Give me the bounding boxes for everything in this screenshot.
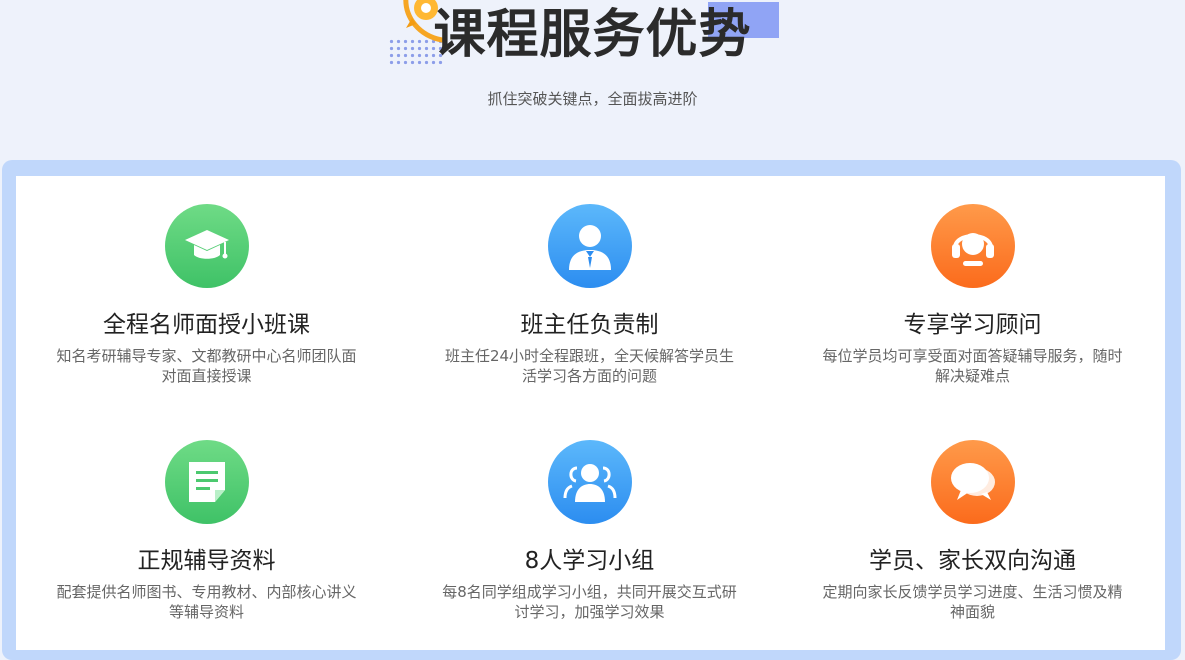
feature-title: 8人学习小组 bbox=[524, 548, 655, 574]
headset-icon bbox=[930, 204, 1015, 288]
document-icon bbox=[164, 440, 249, 524]
section-header: 课程服务优势 抓住突破关键点，全面拔高进阶 bbox=[0, 0, 1185, 160]
feature-title: 全程名师面授小班课 bbox=[103, 312, 310, 338]
chat-bubbles-icon bbox=[930, 440, 1015, 524]
feature-description: 每8名同学组成学习小组，共同开展交互式研讨学习，加强学习效果 bbox=[442, 583, 737, 621]
group-people-icon bbox=[547, 440, 632, 524]
feature-card-materials: 正规辅导资料 配套提供名师图书、专用教材、内部核心讲义等辅导资料 bbox=[15, 440, 398, 622]
feature-description: 配套提供名师图书、专用教材、内部核心讲义等辅导资料 bbox=[56, 583, 357, 621]
feature-title: 班主任负责制 bbox=[520, 312, 659, 338]
feature-description: 每位学员均可享受面对面答疑辅导服务，随时解决疑难点 bbox=[822, 347, 1123, 385]
feature-description: 知名考研辅导专家、文都教研中心名师团队面对面直接授课 bbox=[56, 347, 357, 385]
feature-description: 定期向家长反馈学员学习进度、生活习惯及精神面貌 bbox=[822, 583, 1123, 621]
feature-card-head-teacher: 班主任负责制 班主任24小时全程跟班，全天候解答学员生活学习各方面的问题 bbox=[398, 204, 781, 386]
graduation-cap-icon bbox=[164, 204, 249, 288]
feature-card-advisor: 专享学习顾问 每位学员均可享受面对面答疑辅导服务，随时解决疑难点 bbox=[781, 204, 1164, 386]
page-title: 课程服务优势 bbox=[433, 5, 752, 65]
feature-description: 班主任24小时全程跟班，全天候解答学员生活学习各方面的问题 bbox=[444, 347, 735, 385]
page-subtitle: 抓住突破关键点，全面拔高进阶 bbox=[487, 90, 698, 108]
teacher-person-icon bbox=[547, 204, 632, 288]
feature-card-communication: 学员、家长双向沟通 定期向家长反馈学员学习进度、生活习惯及精神面貌 bbox=[781, 440, 1164, 622]
feature-title: 正规辅导资料 bbox=[137, 548, 276, 574]
feature-title: 专享学习顾问 bbox=[903, 312, 1042, 338]
feature-card-teachers: 全程名师面授小班课 知名考研辅导专家、文都教研中心名师团队面对面直接授课 bbox=[15, 204, 398, 386]
feature-title: 学员、家长双向沟通 bbox=[869, 548, 1076, 574]
feature-card-study-group: 8人学习小组 每8名同学组成学习小组，共同开展交互式研讨学习，加强学习效果 bbox=[398, 440, 781, 622]
